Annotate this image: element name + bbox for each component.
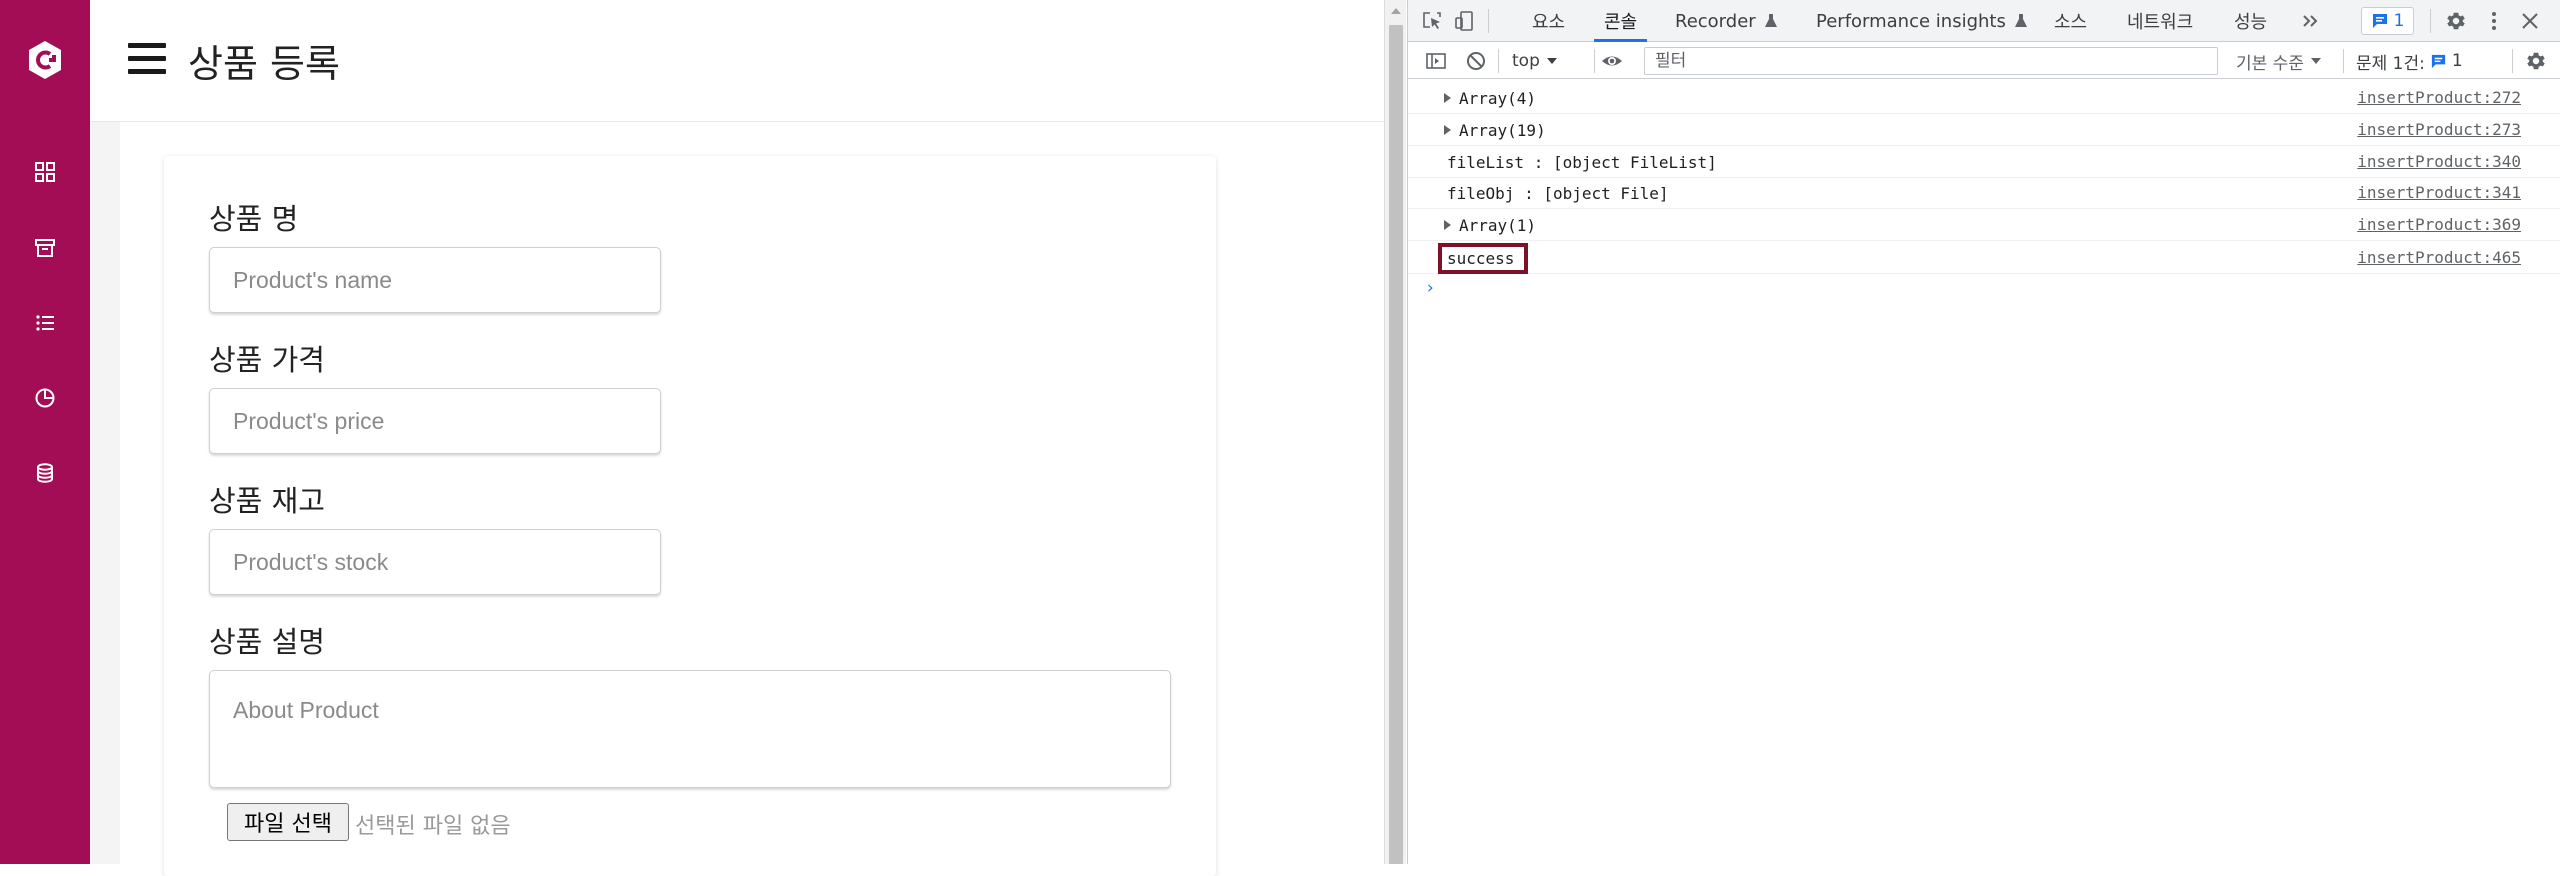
log-source-link[interactable]: insertProduct:273 [2357,120,2521,139]
log-levels-select[interactable]: 기본 수준 [2236,43,2322,79]
product-price-input[interactable] [209,388,661,454]
console-prompt[interactable]: › [1425,278,1435,298]
js-context-value: top [1512,51,1540,71]
web-app: 상품 등록 상품 명 상품 가격 상품 재고 상품 설명 파일 선택 선택된 파… [0,0,1384,876]
expand-triangle-icon[interactable] [1444,220,1451,230]
tab-elements[interactable]: 요소 [1532,0,1565,42]
toolbar-separator [1498,49,1499,73]
tab-network[interactable]: 네트워크 [2127,0,2193,42]
log-message-text: success [1447,249,1515,268]
log-message-text: Array(4) [1459,89,1537,108]
settings-gear-icon[interactable] [2444,9,2468,33]
close-devtools-icon[interactable] [2518,9,2542,33]
issues-count-button[interactable]: 문제 1건: 1 [2356,43,2463,79]
log-source-link[interactable]: insertProduct:465 [2357,248,2521,267]
console-log-row: fileObj : [object File] insertProduct:34… [1408,177,2560,209]
devtools-panel: 요소 콘솔 Recorder Performance insights 소스 네… [1407,0,2560,864]
show-sidebar-icon[interactable] [1424,49,1448,73]
expand-triangle-icon[interactable] [1444,93,1451,103]
log-message-text: fileList : [object FileList] [1447,153,1717,172]
log-levels-value: 기본 수준 [2236,53,2304,74]
console-log-row[interactable]: Array(4) insertProduct:272 [1408,82,2560,114]
issues-count-label: 문제 1건: [2356,53,2425,74]
dashboard-icon[interactable] [0,150,90,194]
database-icon[interactable] [0,451,90,495]
scroll-up-arrow-icon[interactable] [1391,8,1401,14]
tab-recorder[interactable]: Recorder [1675,0,1778,42]
log-message-text: fileObj : [object File] [1447,184,1669,203]
product-stock-label: 상품 재고 [209,484,325,518]
console-log-row[interactable]: Array(1) insertProduct:369 [1408,209,2560,241]
log-source-link[interactable]: insertProduct:272 [2357,88,2521,107]
issues-badge-count: 1 [2393,11,2405,31]
more-tabs-chevron-icon[interactable] [2298,9,2322,33]
tab-console[interactable]: 콘솔 [1593,0,1648,42]
console-output: Array(4) insertProduct:272 Array(19) ins… [1408,80,2560,864]
pie-chart-icon[interactable] [0,376,90,420]
message-icon [2431,54,2445,68]
console-log-row: fileList : [object FileList] insertProdu… [1408,146,2560,178]
console-log-row[interactable]: Array(19) insertProduct:273 [1408,114,2560,146]
sidebar [0,0,90,864]
clear-console-icon[interactable] [1464,49,1488,73]
issues-count-value: 1 [2451,51,2463,71]
tab-recorder-label: Recorder [1675,10,1756,32]
console-filter-input[interactable] [1644,47,2218,75]
product-description-textarea[interactable] [209,670,1171,788]
toolbar-separator [2343,49,2344,73]
issues-badge[interactable]: 1 [2361,7,2414,35]
content-gutter [90,122,120,864]
list-icon[interactable] [0,301,90,345]
log-source-link[interactable]: insertProduct:340 [2357,152,2521,171]
log-message-text: Array(19) [1459,121,1546,140]
log-message-text: Array(1) [1459,216,1537,235]
product-name-input[interactable] [209,247,661,313]
product-form-card: 상품 명 상품 가격 상품 재고 상품 설명 파일 선택 선택된 파일 없음 [164,156,1216,876]
log-message[interactable]: Array(1) [1444,216,1537,235]
device-toolbar-icon[interactable] [1452,9,1476,33]
archive-icon[interactable] [0,226,90,270]
menu-icon[interactable] [128,43,166,75]
expand-triangle-icon[interactable] [1444,125,1451,135]
devtools-tab-bar: 요소 콘솔 Recorder Performance insights 소스 네… [1408,0,2560,42]
console-log-row: success insertProduct:465 [1408,242,2560,274]
tab-separator [2430,9,2431,33]
file-status-text: 선택된 파일 없음 [355,814,511,839]
product-description-label: 상품 설명 [209,625,325,659]
tab-performance-insights[interactable]: Performance insights [1816,0,2028,42]
js-context-select[interactable]: top [1512,43,1558,79]
tab-performance-insights-label: Performance insights [1816,10,2006,32]
dropdown-arrow-icon [2310,58,2321,64]
log-message[interactable]: Array(19) [1444,121,1546,140]
console-settings-gear-icon[interactable] [2524,49,2548,73]
more-options-kebab-icon[interactable] [2482,9,2506,33]
brand-logo-icon[interactable] [27,40,63,80]
experiment-flask-icon [2014,14,2027,27]
tab-performance[interactable]: 성능 [2234,0,2267,42]
live-expression-eye-icon[interactable] [1600,49,1624,73]
toolbar-separator [2512,49,2513,73]
product-name-label: 상품 명 [209,202,299,236]
file-select-button[interactable]: 파일 선택 [227,803,349,841]
scrollbar-thumb[interactable] [1389,25,1403,864]
page-title: 상품 등록 [188,42,340,86]
inspect-element-icon[interactable] [1420,9,1444,33]
product-price-label: 상품 가격 [209,343,325,377]
experiment-flask-icon [1764,14,1777,27]
console-toolbar: top 기본 수준 문제 1건: 1 [1408,43,2560,79]
message-icon [2372,14,2387,28]
tab-separator [1488,9,1489,33]
log-source-link[interactable]: insertProduct:369 [2357,215,2521,234]
page-scrollbar[interactable] [1384,0,1406,864]
log-message[interactable]: Array(4) [1444,89,1537,108]
tab-sources[interactable]: 소스 [2054,0,2087,42]
toolbar-separator [1594,49,1595,73]
product-stock-input[interactable] [209,529,661,595]
top-bar: 상품 등록 [90,0,1384,122]
log-source-link[interactable]: insertProduct:341 [2357,183,2521,202]
dropdown-arrow-icon [1546,58,1557,64]
